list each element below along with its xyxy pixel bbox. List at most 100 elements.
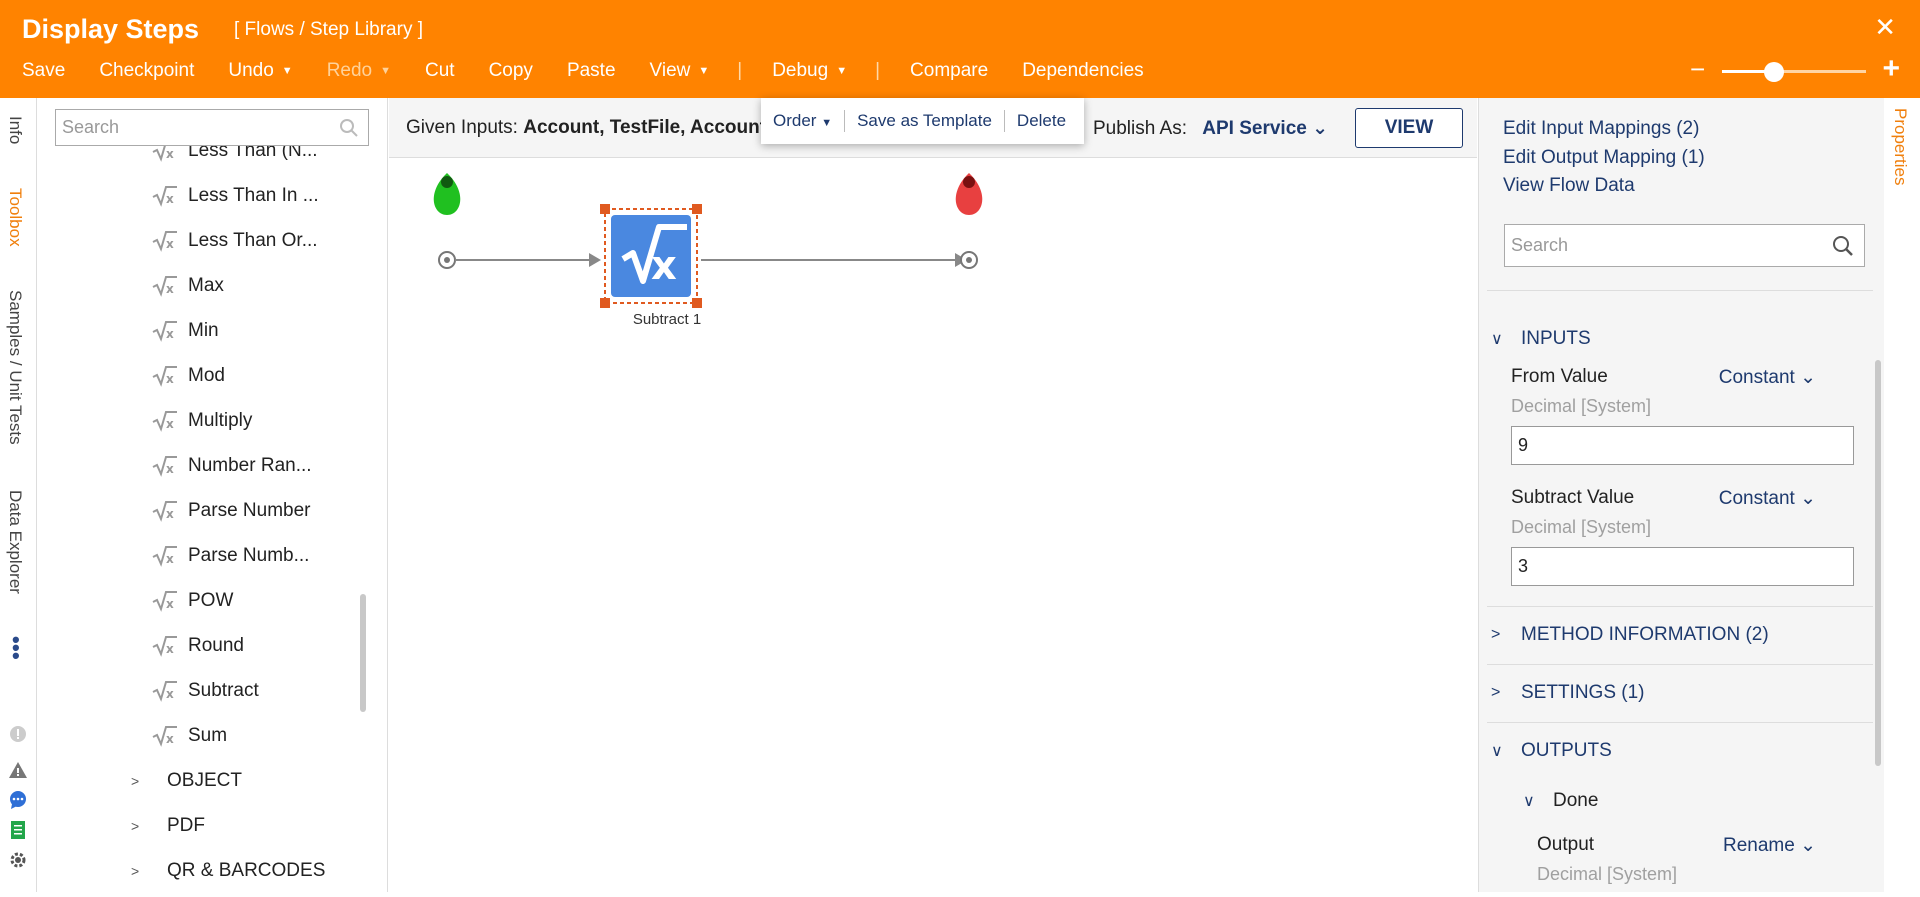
list-item[interactable]: x Min (152, 316, 219, 346)
redo-button[interactable]: Redo ▼ (327, 60, 391, 82)
given-inputs-value[interactable]: Account, TestFile, Account (523, 117, 766, 138)
properties-search (1504, 224, 1865, 267)
save-button[interactable]: Save (22, 60, 65, 82)
category-qr-barcodes[interactable]: > QR & BARCODES (131, 856, 325, 886)
left-tab-strip: Info Toolbox Samples / Unit Tests Data E… (0, 98, 37, 892)
resize-handle[interactable] (692, 204, 702, 214)
from-value-mode-dropdown[interactable]: Constant ⌄ (1719, 366, 1816, 389)
flow-canvas[interactable]: x Subtract 1 (389, 159, 1477, 892)
subtract-step-node[interactable]: x (600, 204, 702, 308)
properties-search-input[interactable] (1505, 225, 1823, 265)
chevron-down-icon: ∨ (1491, 331, 1503, 348)
edit-input-mappings-link[interactable]: Edit Input Mappings (2) (1503, 118, 1699, 140)
properties-scrollbar[interactable] (1875, 360, 1881, 766)
compare-button[interactable]: Compare (910, 60, 988, 82)
tab-samples-unit-tests[interactable]: Samples / Unit Tests (5, 290, 25, 445)
output-mode-dropdown[interactable]: Rename ⌄ (1723, 834, 1816, 857)
output-type: Decimal [System] (1537, 864, 1678, 884)
outputs-section-header[interactable]: ∨ OUTPUTS (1491, 740, 1612, 762)
svg-text:x: x (166, 327, 174, 341)
breadcrumb[interactable]: [ Flows / Step Library ] (234, 19, 423, 41)
search-icon[interactable] (1832, 235, 1854, 257)
resize-handle[interactable] (692, 298, 702, 308)
list-item[interactable]: x Max (152, 271, 224, 301)
chevron-down-icon: ▼ (698, 65, 710, 77)
list-item-label: Round (188, 635, 244, 656)
list-item[interactable]: x Parse Number (152, 496, 311, 526)
tab-info[interactable]: Info (5, 116, 25, 144)
list-item[interactable]: x Multiply (152, 406, 252, 436)
view-button[interactable]: VIEW (1355, 108, 1463, 148)
save-as-template-button[interactable]: Save as Template (845, 111, 1004, 131)
category-label: QR & BARCODES (167, 860, 326, 881)
list-item[interactable]: x Less Than In ... (152, 181, 319, 211)
cut-button[interactable]: Cut (425, 60, 455, 82)
category-object[interactable]: > OBJECT (131, 766, 242, 796)
method-information-section-header[interactable]: > METHOD INFORMATION (2) (1491, 624, 1769, 646)
chevron-down-icon: ▼ (821, 117, 833, 129)
view-flow-data-link[interactable]: View Flow Data (1503, 175, 1635, 197)
checkpoint-button[interactable]: Checkpoint (99, 60, 194, 82)
order-label: Order (773, 111, 817, 130)
toolbox-search-input[interactable] (56, 110, 326, 144)
list-item[interactable]: x Number Ran... (152, 451, 312, 481)
paste-button[interactable]: Paste (567, 60, 616, 82)
undo-label: Undo (228, 60, 274, 81)
flow-diagram: x (433, 173, 983, 308)
list-item[interactable]: x Less Than Or... (152, 226, 318, 256)
subtract-value-mode: Constant (1718, 488, 1795, 509)
list-item[interactable]: x Round (152, 631, 244, 661)
math-step-icon: x (152, 321, 177, 342)
done-path-header[interactable]: ∨ Done (1523, 790, 1598, 812)
search-icon[interactable] (339, 118, 359, 138)
end-marker-icon[interactable] (955, 173, 983, 269)
subtract-value-mode-dropdown[interactable]: Constant ⌄ (1719, 487, 1816, 510)
tab-properties[interactable]: Properties (1890, 108, 1910, 185)
svg-text:x: x (166, 552, 174, 566)
section-divider (1487, 290, 1873, 291)
chevron-down-icon: ▼ (836, 65, 848, 77)
inputs-title: INPUTS (1521, 328, 1591, 349)
settings-section-header[interactable]: > SETTINGS (1) (1491, 682, 1645, 704)
zoom-out-icon[interactable]: − (1690, 54, 1705, 85)
subtract-value-input[interactable] (1511, 547, 1854, 586)
close-icon[interactable]: ✕ (1874, 12, 1896, 43)
list-item[interactable]: x Less Than (N... (152, 146, 318, 166)
undo-button[interactable]: Undo ▼ (228, 60, 292, 82)
info-alert-icon[interactable] (8, 724, 28, 744)
zoom-slider-handle[interactable] (1764, 62, 1784, 82)
order-button[interactable]: Order ▼ (761, 111, 844, 131)
zoom-in-icon[interactable]: + (1882, 52, 1900, 86)
step-label[interactable]: Subtract 1 (617, 311, 717, 328)
tab-toolbox[interactable]: Toolbox (5, 188, 25, 247)
list-item[interactable]: x Subtract (152, 676, 259, 706)
math-step-icon: x (152, 636, 177, 657)
list-item-label: Less Than Or... (188, 230, 318, 251)
resize-handle[interactable] (600, 298, 610, 308)
warning-icon[interactable] (8, 760, 28, 780)
debug-menu[interactable]: Debug ▼ (772, 60, 847, 82)
list-item[interactable]: x Parse Numb... (152, 541, 309, 571)
list-item[interactable]: x Mod (152, 361, 225, 391)
dependencies-button[interactable]: Dependencies (1022, 60, 1143, 82)
copy-button[interactable]: Copy (489, 60, 533, 82)
delete-button[interactable]: Delete (1005, 111, 1078, 131)
category-label: PDF (167, 815, 205, 836)
inputs-section-header[interactable]: ∨ INPUTS (1491, 328, 1591, 350)
start-marker-icon[interactable] (433, 173, 461, 269)
tab-data-explorer[interactable]: Data Explorer (5, 490, 25, 594)
publish-as-dropdown[interactable]: API Service ⌄ (1202, 118, 1328, 139)
settings-gear-icon[interactable] (8, 850, 28, 870)
view-menu[interactable]: View ▼ (650, 60, 710, 82)
toolbox-scrollbar[interactable] (360, 594, 366, 712)
math-step-icon: x (152, 146, 174, 162)
resize-handle[interactable] (600, 204, 610, 214)
list-item[interactable]: x POW (152, 586, 233, 616)
from-value-input[interactable] (1511, 426, 1854, 465)
more-options-icon[interactable]: • • • (12, 629, 20, 667)
chat-icon[interactable] (8, 790, 28, 810)
list-item[interactable]: x Sum (152, 721, 227, 751)
edit-output-mapping-link[interactable]: Edit Output Mapping (1) (1503, 147, 1705, 169)
document-icon[interactable] (8, 820, 28, 840)
category-pdf[interactable]: > PDF (131, 811, 205, 841)
